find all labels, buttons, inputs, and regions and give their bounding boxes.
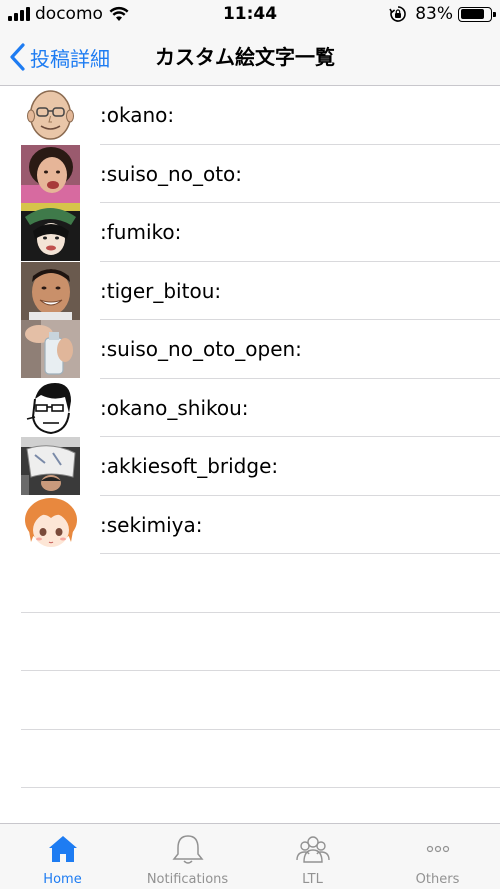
emoji-name: :suiso_no_oto_open: [100, 337, 302, 361]
people-icon [295, 836, 330, 863]
fumiko-avatar [21, 203, 80, 261]
okano-avatar [21, 86, 80, 144]
tab-label: Home [43, 872, 82, 887]
emoji-name: :akkiesoft_bridge: [100, 454, 279, 478]
battery-icon [458, 6, 496, 22]
battery-level [460, 9, 484, 19]
tab-label: LTL [302, 872, 323, 887]
more-icon [426, 845, 449, 853]
tab-ltl[interactable]: LTL [250, 824, 375, 889]
empty-row [0, 613, 500, 671]
sekimiya-avatar [21, 495, 80, 554]
emoji-name: :okano: [100, 103, 175, 127]
emoji-name: :tiger_bitou: [100, 278, 222, 303]
emoji-name: :suiso_no_oto: [100, 161, 243, 186]
emoji-row[interactable]: :sekimiya: [0, 495, 500, 554]
akkiesoft-bridge-avatar [21, 437, 80, 495]
emoji-name: :fumiko: [100, 220, 182, 244]
emoji-name: :sekimiya: [100, 512, 203, 537]
rotation-lock-icon [389, 6, 407, 22]
tab-label: Others [415, 872, 460, 887]
tab-bar: Home Notifications LTL Others [0, 823, 500, 889]
emoji-row[interactable]: :suiso_no_oto_open: [0, 320, 500, 379]
app-screen: docomo 11:44 83% 投稿詳細 カスタム絵文字一覧:okano: … [0, 0, 500, 889]
chevron-left-icon [10, 43, 25, 71]
empty-row [0, 730, 500, 788]
tab-home[interactable]: Home [0, 824, 125, 889]
back-label: 投稿詳細 [30, 46, 110, 71]
status-right: 83% [389, 4, 496, 24]
empty-row [0, 554, 500, 613]
tab-notifications[interactable]: Notifications [125, 824, 250, 889]
tab-others[interactable]: Others [375, 824, 500, 889]
back-button[interactable]: 投稿詳細 [8, 40, 110, 74]
emoji-list: :okano: :suiso_no_oto::fumiko::tiger_b… [0, 86, 500, 788]
tiger-bitou-avatar [21, 261, 80, 320]
status-bar: docomo 11:44 83% [0, 0, 500, 30]
tab-label: Notifications [146, 872, 229, 887]
emoji-row[interactable]: :tiger_bitou: [0, 261, 500, 320]
emoji-row[interactable]: :akkiesoft_bridge: [0, 437, 500, 496]
suiso-no-oto-open-avatar [21, 320, 80, 378]
emoji-row[interactable]: :suiso_no_oto: [0, 144, 500, 203]
home-icon [48, 836, 77, 862]
emoji-row[interactable]: :okano: [0, 86, 500, 145]
emoji-row[interactable]: :okano_shikou: [0, 378, 500, 437]
okano-shikou-avatar [21, 378, 80, 437]
row-separator [21, 787, 500, 788]
navigation-bar: 投稿詳細 カスタム絵文字一覧 [0, 30, 500, 86]
emoji-row[interactable]: :fumiko: [0, 203, 500, 262]
bell-icon [171, 835, 204, 864]
suiso-no-oto-avatar [21, 144, 80, 203]
battery-percent: 83% [415, 4, 453, 24]
empty-row [0, 671, 500, 730]
page-title: カスタム絵文字一覧 [155, 45, 335, 69]
emoji-name: :okano_shikou: [100, 395, 249, 420]
